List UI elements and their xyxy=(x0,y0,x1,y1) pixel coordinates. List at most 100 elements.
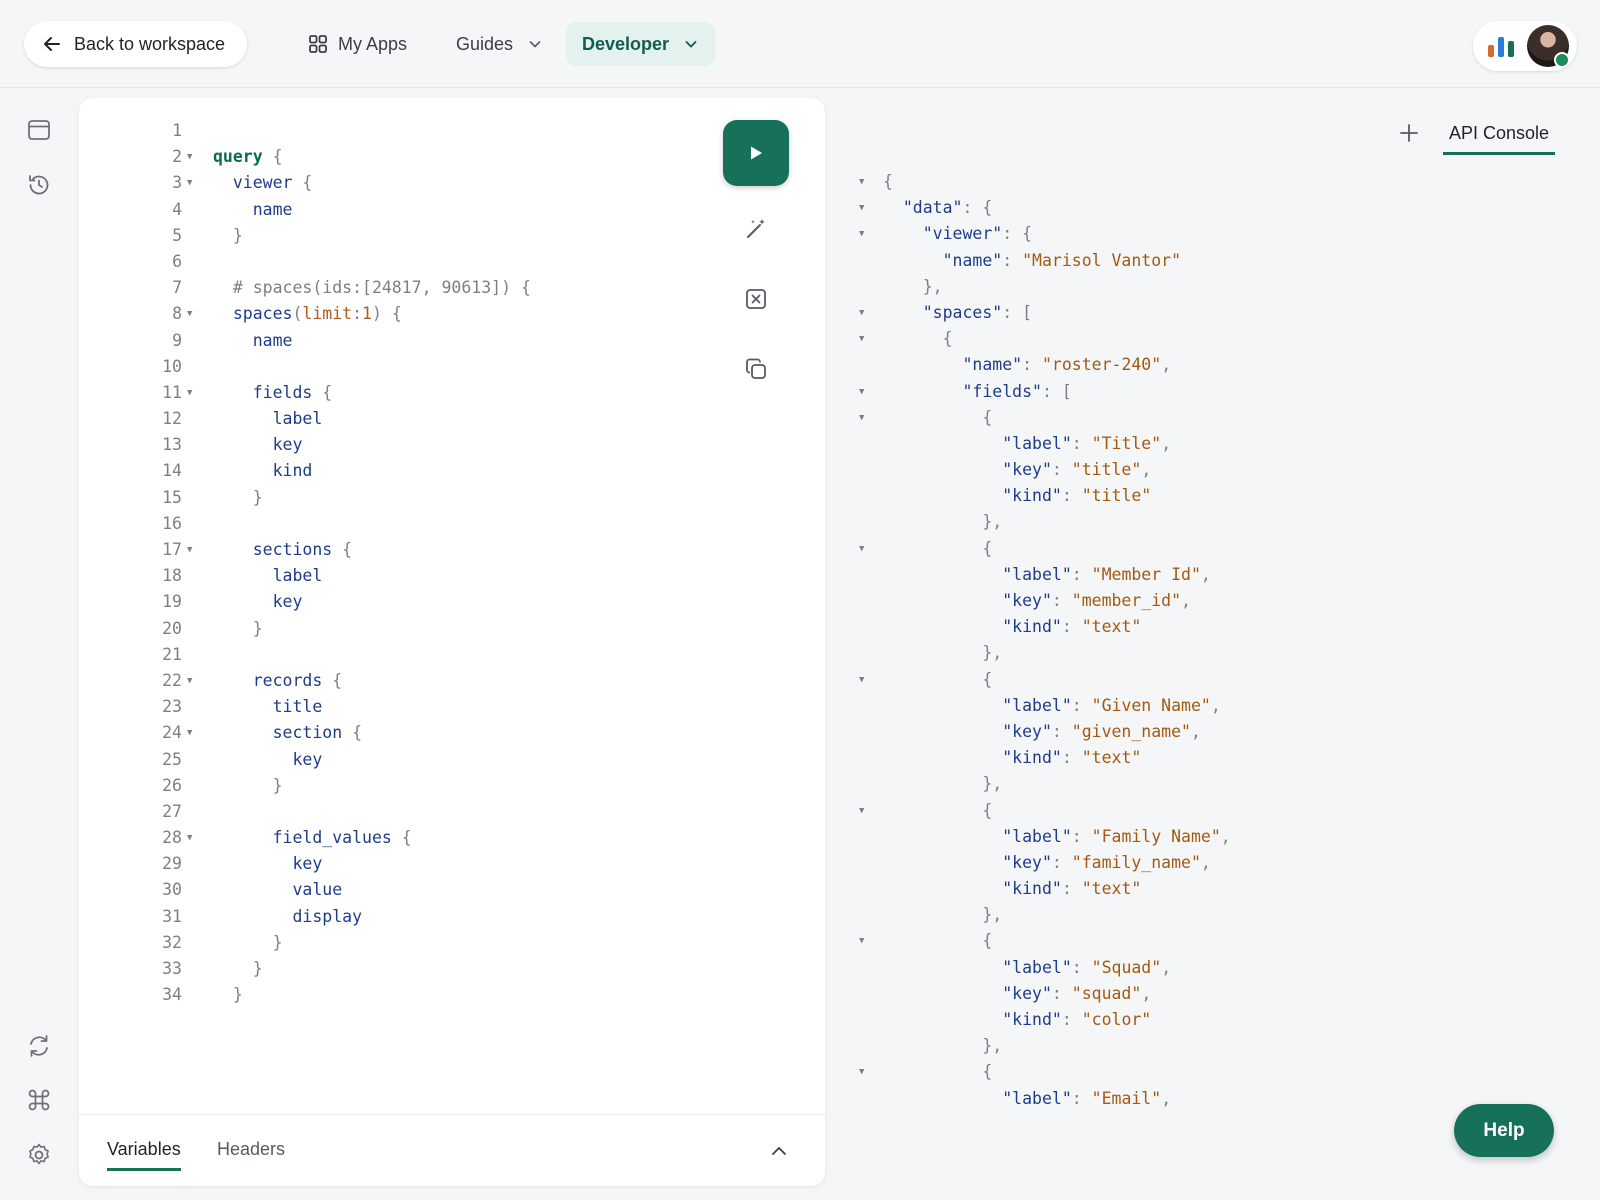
json-token: }, xyxy=(883,905,1003,925)
json-token: , xyxy=(1161,1088,1172,1108)
code-token: field_values xyxy=(213,828,392,848)
code-token: label xyxy=(213,409,323,429)
line-number: 2 xyxy=(172,147,182,167)
line-number: 31 xyxy=(162,906,182,926)
response-text: "viewer": { xyxy=(883,221,1032,247)
refresh-icon[interactable] xyxy=(26,1033,52,1059)
code-text: display xyxy=(213,904,362,930)
response-text: }, xyxy=(883,1033,1002,1059)
code-token: { xyxy=(332,540,353,559)
history-icon[interactable] xyxy=(26,172,52,198)
code-text: label xyxy=(213,406,323,432)
json-token: : { xyxy=(1002,224,1033,244)
run-query-button[interactable] xyxy=(723,120,789,186)
add-tab-icon[interactable] xyxy=(1398,122,1420,144)
line-number: 20 xyxy=(162,618,182,638)
fold-toggle-icon[interactable]: ▼ xyxy=(859,195,864,221)
avatar[interactable] xyxy=(1527,25,1570,68)
code-text: query { xyxy=(213,144,283,170)
response-line: ▼ { xyxy=(855,928,1295,954)
command-icon[interactable] xyxy=(26,1087,52,1113)
nav-my-apps[interactable]: My Apps xyxy=(292,22,423,66)
query-editor[interactable]: 1 2 ▼ query {3 ▼ viewer {4 name 5 } 6 7 # space… xyxy=(79,118,719,1008)
response-viewer[interactable]: ▼{▼ "data": {▼ "viewer": { "name": "Mari… xyxy=(855,169,1295,1112)
back-to-workspace-button[interactable]: Back to workspace xyxy=(24,21,248,67)
fold-toggle-icon[interactable]: ▼ xyxy=(859,667,864,693)
fold-toggle-icon[interactable]: ▼ xyxy=(859,221,864,247)
fold-toggle-icon[interactable]: ▼ xyxy=(859,405,864,431)
fold-toggle-icon[interactable]: ▼ xyxy=(187,720,192,746)
response-line: ▼ "data": { xyxy=(855,195,1295,221)
response-text: { xyxy=(883,1059,992,1085)
fold-toggle-icon[interactable]: ▼ xyxy=(187,668,192,694)
fold-toggle-icon[interactable]: ▼ xyxy=(187,170,192,196)
fold-toggle-icon[interactable]: ▼ xyxy=(859,1059,864,1085)
fold-toggle-icon[interactable]: ▼ xyxy=(187,301,192,327)
code-token: { xyxy=(342,723,363,743)
response-text: "name": "Marisol Vantor" xyxy=(883,248,1181,274)
response-line: "kind": "color" xyxy=(855,1007,1295,1033)
json-token: , xyxy=(1200,852,1211,872)
line-number: 17 xyxy=(162,540,182,559)
code-line: 23 title xyxy=(79,694,719,720)
code-token: : xyxy=(352,304,363,324)
analytics-icon xyxy=(1488,37,1514,57)
fold-toggle-icon[interactable]: ▼ xyxy=(859,326,864,352)
line-number: 32 xyxy=(162,932,182,952)
json-token: { xyxy=(883,538,993,558)
code-token: value xyxy=(213,880,343,900)
fold-toggle-icon[interactable]: ▼ xyxy=(859,798,864,824)
tab-api-console[interactable]: API Console xyxy=(1443,123,1556,155)
tab-variables[interactable]: Variables xyxy=(107,1139,181,1171)
line-number: 18 xyxy=(162,566,182,586)
code-text: key xyxy=(213,851,322,877)
close-square-icon[interactable] xyxy=(743,286,769,312)
help-button[interactable]: Help xyxy=(1454,1104,1554,1157)
response-line: }, xyxy=(855,1033,1295,1059)
code-line: 34 } xyxy=(79,982,719,1008)
nav-guides-dropdown[interactable]: Guides xyxy=(440,22,559,66)
gear-icon[interactable] xyxy=(26,1142,52,1168)
json-token: : xyxy=(1051,460,1072,480)
json-token: : [ xyxy=(1002,302,1033,322)
tab-headers[interactable]: Headers xyxy=(217,1139,285,1160)
fold-toggle-icon[interactable]: ▼ xyxy=(859,536,864,562)
fold-toggle-icon[interactable]: ▼ xyxy=(187,537,192,563)
code-token: } xyxy=(213,225,243,245)
response-text: "key": "title", xyxy=(883,457,1151,483)
response-line: "kind": "text" xyxy=(855,745,1295,771)
fold-toggle-icon[interactable]: ▼ xyxy=(187,380,192,406)
copy-icon[interactable] xyxy=(743,356,769,382)
nav-developer-dropdown[interactable]: Developer xyxy=(566,22,716,66)
response-line: ▼ { xyxy=(855,798,1295,824)
code-line: 26 } xyxy=(79,773,719,799)
response-text: "label": "Given Name", xyxy=(883,693,1221,719)
code-line: 25 key xyxy=(79,747,719,773)
json-token: , xyxy=(1141,460,1152,480)
magic-wand-icon[interactable] xyxy=(743,216,769,242)
code-line: 27 xyxy=(79,799,719,825)
fold-toggle-icon[interactable]: ▼ xyxy=(187,825,192,851)
window-icon[interactable] xyxy=(26,117,52,143)
json-token: { xyxy=(883,329,953,349)
json-token: }, xyxy=(883,774,1003,794)
chevron-up-icon[interactable] xyxy=(769,1141,789,1161)
fold-toggle-icon[interactable]: ▼ xyxy=(859,379,864,405)
response-text: "label": "Title", xyxy=(883,431,1171,457)
response-text: "data": { xyxy=(883,195,992,221)
code-line: 18 label xyxy=(79,563,719,589)
code-text: section { xyxy=(213,720,362,746)
user-menu[interactable] xyxy=(1473,21,1577,71)
fold-toggle-icon[interactable]: ▼ xyxy=(859,169,864,195)
fold-toggle-icon[interactable]: ▼ xyxy=(187,144,192,170)
json-token: "Family Name" xyxy=(1091,826,1221,846)
fold-toggle-icon[interactable]: ▼ xyxy=(859,928,864,954)
fold-toggle-icon[interactable]: ▼ xyxy=(859,300,864,326)
code-line: 13 key xyxy=(79,432,719,458)
code-line: 8 ▼ spaces(limit:1) { xyxy=(79,301,719,327)
response-text: { xyxy=(883,536,992,562)
response-text: "kind": "color" xyxy=(883,1007,1151,1033)
